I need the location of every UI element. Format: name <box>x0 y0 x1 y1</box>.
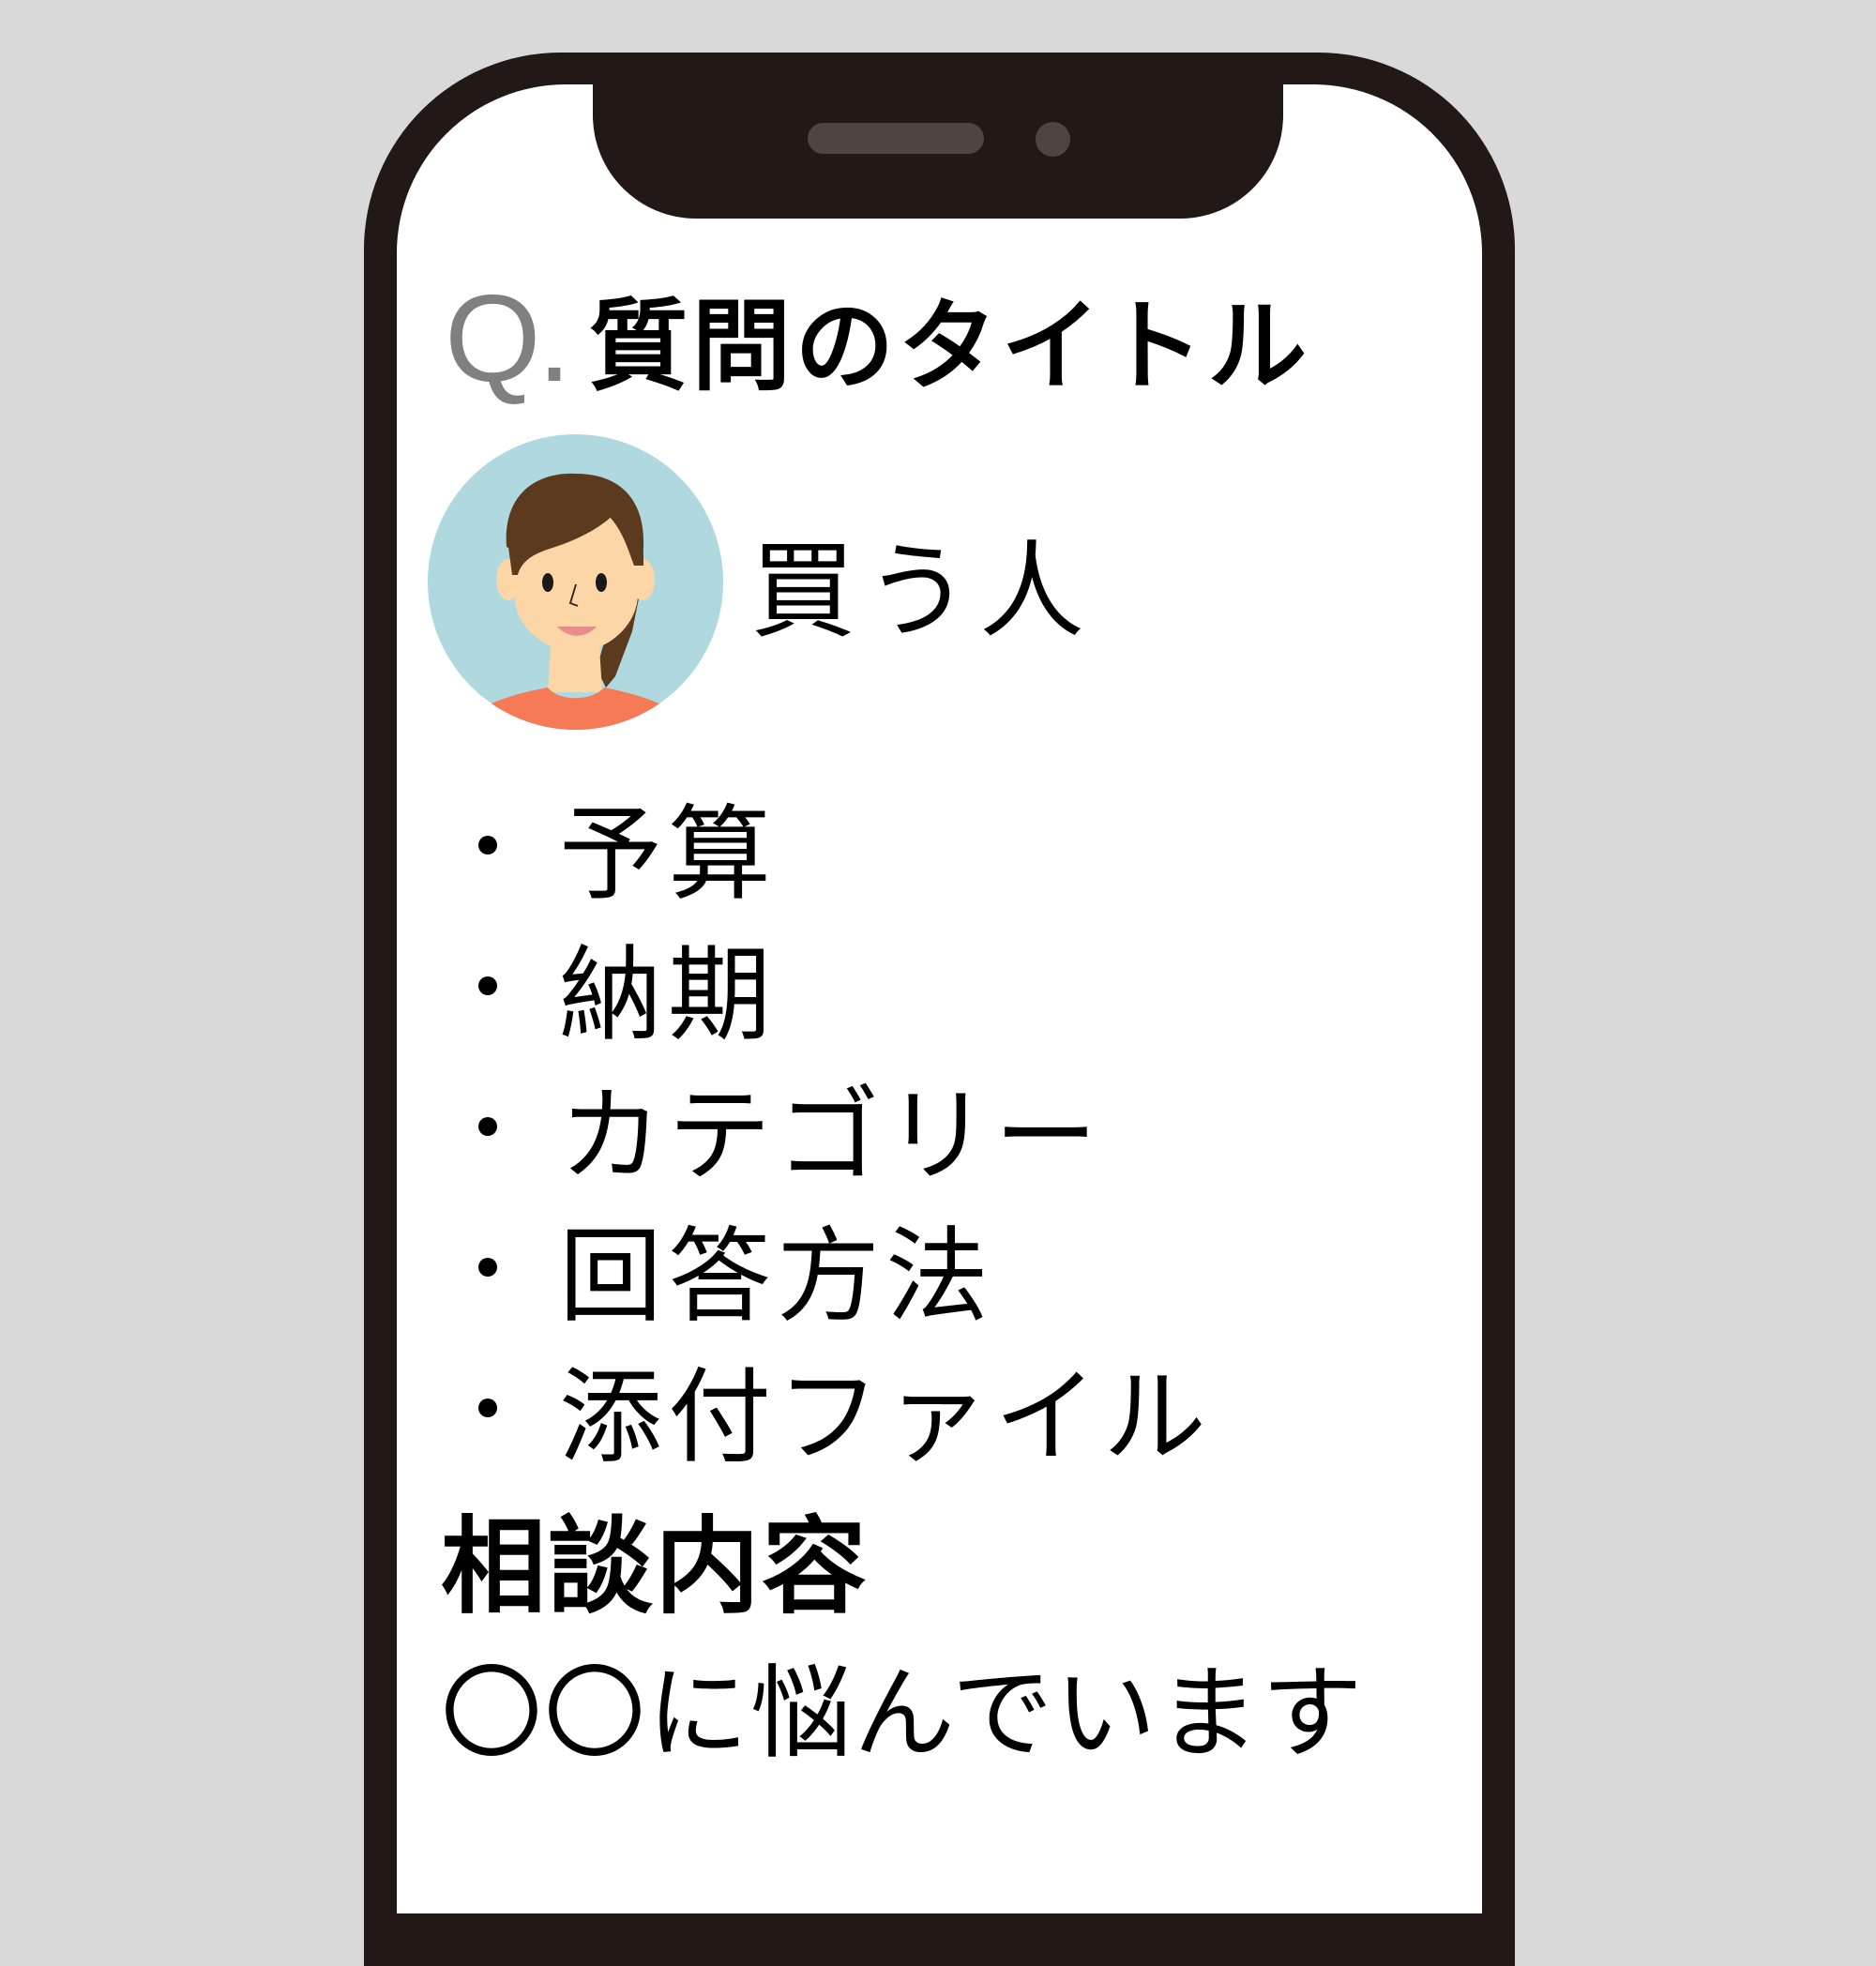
list-item: 回答方法 <box>478 1197 1212 1338</box>
list-item-label: 添付ファイル <box>559 1357 1212 1477</box>
question-items-list: 予算 納期 カテゴリー 回答方法 添付ファイル <box>478 775 1212 1478</box>
speaker-icon <box>808 123 984 154</box>
avatar-graphic <box>428 434 723 730</box>
list-item-label: カテゴリー <box>559 1076 1103 1196</box>
list-item: 納期 <box>478 915 1212 1056</box>
consultation-heading: 相談内容 <box>441 1506 869 1628</box>
stage: Q. 質問のタイトル 買う人 予算 納期 カテゴリー 回答方法 添付ファイル 相… <box>0 0 1876 1966</box>
bullet-icon <box>478 976 497 995</box>
bullet-icon <box>478 1117 497 1136</box>
camera-icon <box>1036 122 1070 157</box>
list-item-label: 納期 <box>559 935 777 1055</box>
consultation-body: 〇〇に悩んでいます <box>441 1656 1365 1773</box>
bullet-icon <box>478 1399 497 1417</box>
bullet-icon <box>478 836 497 854</box>
question-title: Q. 質問のタイトル <box>445 269 1310 407</box>
question-prefix: Q. <box>445 268 571 407</box>
list-item: 添付ファイル <box>478 1338 1212 1478</box>
question-title-text: 質問のタイトル <box>588 289 1311 404</box>
list-item: カテゴリー <box>478 1056 1212 1197</box>
bullet-icon <box>478 1258 497 1277</box>
user-name: 買う人 <box>750 531 1094 653</box>
list-item-label: 回答方法 <box>559 1217 994 1337</box>
list-item-label: 予算 <box>559 794 777 915</box>
woman-avatar-icon <box>428 434 723 730</box>
list-item: 予算 <box>478 775 1212 915</box>
